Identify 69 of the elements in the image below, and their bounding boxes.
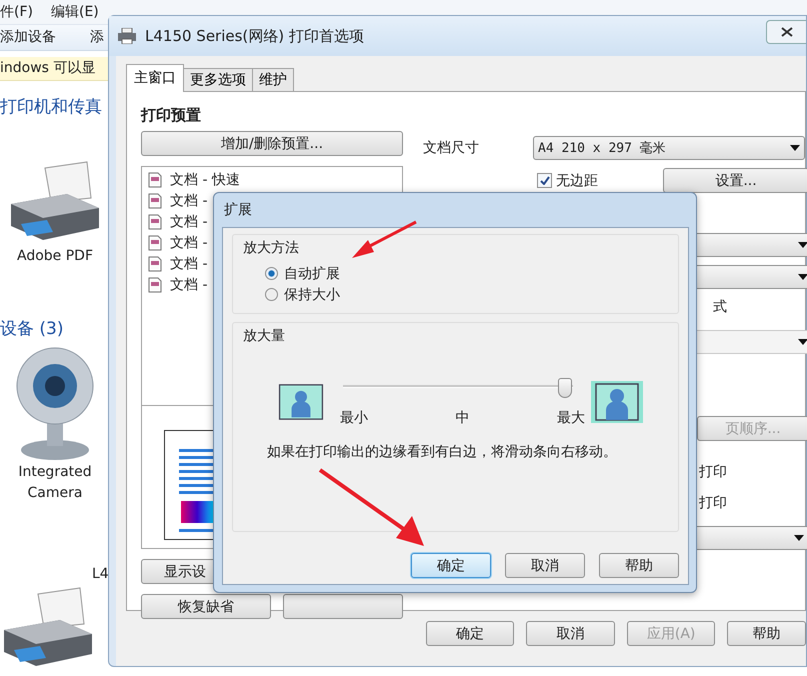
label-fragment: 打印 <box>699 463 728 481</box>
window-title: L4150 Series(网络) 打印首选项 <box>145 26 364 46</box>
checkmark-icon <box>540 176 550 185</box>
radio-button[interactable] <box>265 288 278 301</box>
annotation-arrow <box>352 220 417 258</box>
radio-button[interactable] <box>265 267 278 280</box>
hint-text: 如果在打印输出的边缘看到有白边，将滑动条向右移动。 <box>267 443 618 461</box>
tab[interactable]: 维护 <box>252 68 294 92</box>
add-remove-presets-button[interactable]: 增加/删除预置... <box>141 131 403 156</box>
menu-item[interactable]: 件(F) <box>0 2 33 21</box>
document-icon <box>148 172 162 188</box>
dialog-button[interactable]: 帮助 <box>599 553 679 578</box>
document-icon <box>148 234 162 250</box>
device-label[interactable]: L4 <box>92 564 109 586</box>
list-item[interactable]: 文档 - <box>170 254 208 272</box>
checkbox-label: 无边距 <box>556 172 598 190</box>
tab[interactable]: 更多选项 <box>183 68 253 92</box>
section-title: 设备 (3) <box>0 318 64 340</box>
dialog-title: 扩展 <box>224 201 252 219</box>
list-item[interactable]: 文档 - <box>170 212 208 230</box>
caret-icon <box>798 242 807 248</box>
label-fragment: 打印 <box>699 494 728 512</box>
section-title: 打印机和传真 <box>0 96 102 118</box>
dialog-button[interactable]: 确定 <box>411 553 491 578</box>
radio-label: 保持大小 <box>284 286 340 304</box>
document-icon <box>148 214 162 230</box>
list-item[interactable]: 文档 - 快速 <box>170 170 240 188</box>
checkbox[interactable] <box>537 173 552 188</box>
group-title: 放大量 <box>243 327 286 345</box>
field-label: 文档尺寸 <box>423 139 479 157</box>
dialog-button[interactable]: 帮助 <box>727 621 806 646</box>
slider[interactable] <box>343 377 573 399</box>
group-title: 放大方法 <box>243 239 300 257</box>
slider-thumb[interactable] <box>558 378 572 398</box>
tick-label: 中 <box>456 409 470 427</box>
radio-label: 自动扩展 <box>284 264 340 282</box>
dialog-button[interactable]: 取消 <box>526 621 615 646</box>
list-item[interactable]: 文档 - <box>170 192 208 210</box>
label-fragment: 式 <box>713 298 728 316</box>
tick-label: 最小 <box>340 409 368 427</box>
paper-size-dropdown[interactable]: A4 210 x 297 毫米 <box>533 136 805 160</box>
settings-button[interactable]: 设置... <box>663 168 807 193</box>
close-button[interactable] <box>766 20 806 44</box>
view-button[interactable] <box>283 594 403 619</box>
list-item[interactable]: 文档 - <box>170 276 208 294</box>
list-item[interactable]: 文档 - <box>170 234 208 252</box>
caret-icon <box>794 535 804 541</box>
menu-item[interactable]: 编辑(E) <box>50 2 99 21</box>
device-label[interactable]: Integrated Camera <box>5 462 105 504</box>
printer-icon <box>117 28 137 44</box>
dialog-button[interactable]: 确定 <box>426 621 514 646</box>
dialog-button[interactable]: 取消 <box>505 553 585 578</box>
toolbar-button[interactable]: 添 <box>90 28 104 46</box>
toolbar-button[interactable]: 添加设备 <box>0 28 56 46</box>
caret-icon <box>798 339 807 345</box>
caret-icon <box>798 274 807 280</box>
person-picture-icon <box>277 384 325 420</box>
section-title: 打印预置 <box>141 106 202 125</box>
tab[interactable]: 主窗口 <box>126 64 184 92</box>
device-label[interactable]: Adobe PDF <box>16 246 93 268</box>
person-picture-icon <box>591 381 643 423</box>
document-icon <box>148 276 162 292</box>
caret-icon <box>790 145 800 151</box>
document-icon <box>148 256 162 272</box>
close-icon <box>780 26 792 36</box>
tick-label: 最大 <box>557 409 585 427</box>
info-text: indows 可以显 <box>0 59 96 78</box>
restore-defaults-button[interactable]: 恢复缺省 <box>141 594 271 619</box>
document-icon <box>148 192 162 208</box>
